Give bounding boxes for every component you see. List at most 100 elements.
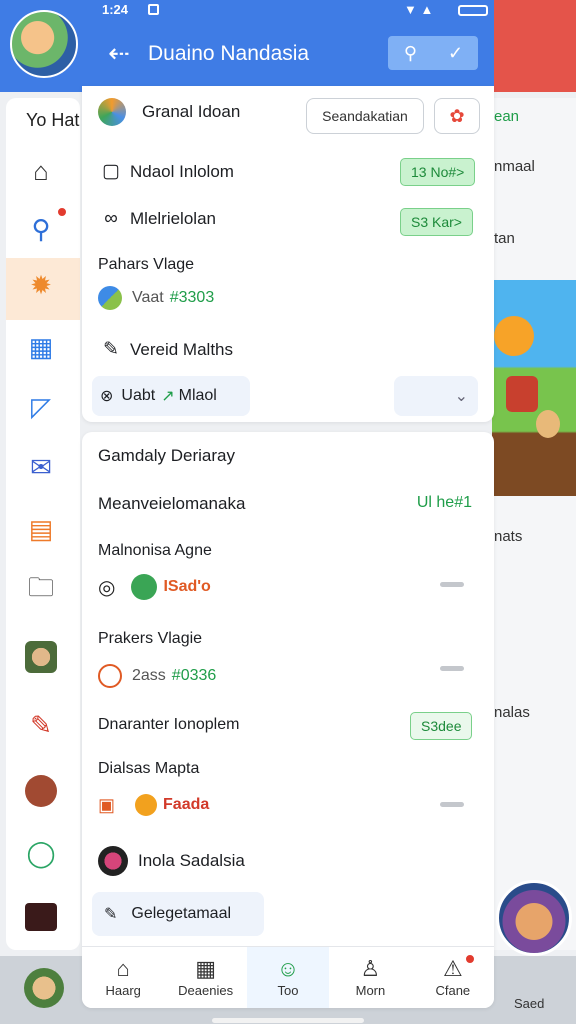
- chevron-down-icon: ⌄: [454, 388, 468, 405]
- video-thumbnail-icon[interactable]: [22, 898, 60, 936]
- list-row-label: Dnaranter Ionoplem: [98, 716, 240, 733]
- nav-item-alerts[interactable]: ⚠ Cfane: [412, 947, 494, 1008]
- sidebar-title: Yo Hat: [26, 110, 80, 130]
- chip-text: Mlaol: [178, 387, 217, 404]
- list-row[interactable]: ▢ Ndaol Inlolom: [98, 160, 234, 183]
- palette-button[interactable]: ✿: [434, 98, 480, 134]
- alert-icon: ⚠: [442, 956, 463, 981]
- nav-item-person[interactable]: ♙ Morn: [329, 947, 411, 1008]
- whatsapp-icon: ◎: [98, 576, 116, 599]
- check-icon[interactable]: ✓: [433, 36, 478, 70]
- nav-label: Too: [277, 983, 299, 998]
- trend-icon: ↗: [161, 388, 175, 405]
- top-row: Granal Idoan: [98, 98, 240, 126]
- game-character: [506, 376, 538, 412]
- nav-label: Haarg: [105, 983, 141, 998]
- game-sun: [494, 316, 534, 356]
- section-value: ◎ ISad'o: [98, 574, 211, 600]
- value-text: Faada: [163, 796, 210, 813]
- list-row[interactable]: ✎ Vereid Malths: [98, 338, 233, 361]
- status-square-icon: [148, 4, 159, 15]
- link-icon: ⊗: [100, 388, 114, 405]
- back-button[interactable]: ⇠: [102, 36, 136, 70]
- status-pill[interactable]: 13 No#>: [400, 158, 476, 186]
- grid-icon[interactable]: ▦: [22, 328, 60, 366]
- section-label: Malnonisa Agne: [98, 542, 212, 559]
- target-icon: [98, 664, 122, 688]
- bottom-avatar[interactable]: [24, 968, 64, 1008]
- list-row-label: Meanveielomanaka: [98, 494, 246, 513]
- section-value: 2ass #0336: [98, 664, 216, 688]
- background-right-text: nalas: [494, 704, 530, 721]
- drag-handle[interactable]: [440, 582, 464, 587]
- top-row-title: Granal Idoan: [142, 102, 241, 121]
- value-text: 2ass: [132, 667, 166, 684]
- game-avatar-icon: [98, 846, 128, 876]
- tag-chip[interactable]: ⊗ Uabt ↗ Mlaol: [92, 376, 250, 416]
- row-label: Mlelrielolan: [130, 209, 216, 228]
- foreground-panel: ⇠ Duaino Nandasia ⚲ ✓ Granal Idoan Seand…: [82, 22, 494, 1008]
- tool-icon[interactable]: ✎: [22, 706, 60, 744]
- bottom-navigation: ⌂ Haarg ▦ Deaenies ☺ Too ♙ Morn ⚠ Cfane: [82, 946, 494, 1008]
- floating-avatar[interactable]: [496, 880, 572, 956]
- drag-handle[interactable]: [440, 802, 464, 807]
- document-icon[interactable]: ▤: [22, 510, 60, 548]
- value-text: ISad'o: [163, 578, 211, 595]
- home-icon[interactable]: ⌂: [22, 152, 60, 190]
- list-row[interactable]: ∞ Mlelrielolan: [98, 208, 216, 230]
- list-row[interactable]: Inola Sadalsia: [98, 846, 245, 876]
- face-icon: ☺: [276, 956, 300, 981]
- status-pill[interactable]: S3dee: [410, 712, 473, 740]
- grid-icon: ▦: [195, 956, 216, 981]
- profile-avatar[interactable]: [10, 10, 78, 78]
- home-indicator: [212, 1018, 364, 1023]
- secondary-action-button[interactable]: Seandakatian: [306, 98, 424, 134]
- settings-icon[interactable]: ✹: [22, 266, 60, 304]
- folder-icon[interactable]: 🗀: [22, 572, 60, 610]
- status-pill[interactable]: S3 Kar>: [400, 208, 473, 236]
- calendar-icon: ▣: [98, 794, 116, 815]
- nav-item-active[interactable]: ☺ Too: [246, 947, 330, 1008]
- nav-label: Deaenies: [178, 983, 234, 998]
- send-icon[interactable]: ◸: [22, 388, 60, 426]
- nav-label: Cfane: [435, 983, 471, 998]
- search-icon[interactable]: ⚲: [388, 36, 433, 70]
- section-label: Dialsas Mapta: [98, 760, 200, 777]
- notification-badge: [56, 206, 68, 218]
- notification-badge: [463, 953, 476, 965]
- value-number: #3303: [169, 289, 215, 306]
- envelope-icon[interactable]: ✉: [22, 448, 60, 486]
- drag-handle[interactable]: [440, 666, 464, 671]
- map-icon: [98, 286, 122, 310]
- chip-text: Gelegetamaal: [131, 905, 232, 922]
- header-actions: ⚲ ✓: [388, 36, 478, 70]
- background-right-column: [492, 98, 576, 950]
- game-banner-image[interactable]: [492, 280, 576, 496]
- background-right-text: nats: [494, 528, 523, 545]
- tag-chip[interactable]: ✎ Gelegetamaal: [92, 892, 264, 936]
- wifi-icon: ▼ ▲: [404, 2, 434, 17]
- app-logo-icon: [98, 98, 126, 126]
- game-thumbnail-icon[interactable]: [22, 638, 60, 676]
- location-icon[interactable]: ⚲: [22, 210, 60, 248]
- panel-header: ⇠ Duaino Nandasia ⚲ ✓: [82, 22, 494, 86]
- person-icon: ♙: [360, 956, 381, 981]
- nav-item-home[interactable]: ⌂ Haarg: [82, 947, 164, 1008]
- link-icon: ∞: [104, 208, 118, 229]
- value-prefix: Vaat: [132, 289, 164, 306]
- row-label: Ndaol Inlolom: [130, 161, 234, 181]
- message-icon[interactable]: ◯: [22, 834, 60, 872]
- section-value: ▣ Faada: [98, 794, 209, 816]
- chat-icon[interactable]: [22, 772, 60, 810]
- dropdown-select[interactable]: ⌄: [394, 376, 478, 416]
- background-right-text: ean: [494, 108, 520, 125]
- games-card: Gamdaly Deriaray Meanveielomanaka Ul he#…: [82, 432, 494, 1008]
- section-label: Prakers Vlagie: [98, 630, 203, 647]
- attach-icon: ✎: [103, 339, 119, 360]
- home-icon: ⌂: [116, 956, 130, 981]
- nav-item-grid[interactable]: ▦ Deaenies: [164, 947, 246, 1008]
- background-right-text: tan: [494, 230, 515, 247]
- back-arrow-icon: ⇠: [108, 37, 130, 68]
- page-title: Duaino Nandasia: [148, 42, 310, 65]
- nav-label: Morn: [355, 983, 386, 998]
